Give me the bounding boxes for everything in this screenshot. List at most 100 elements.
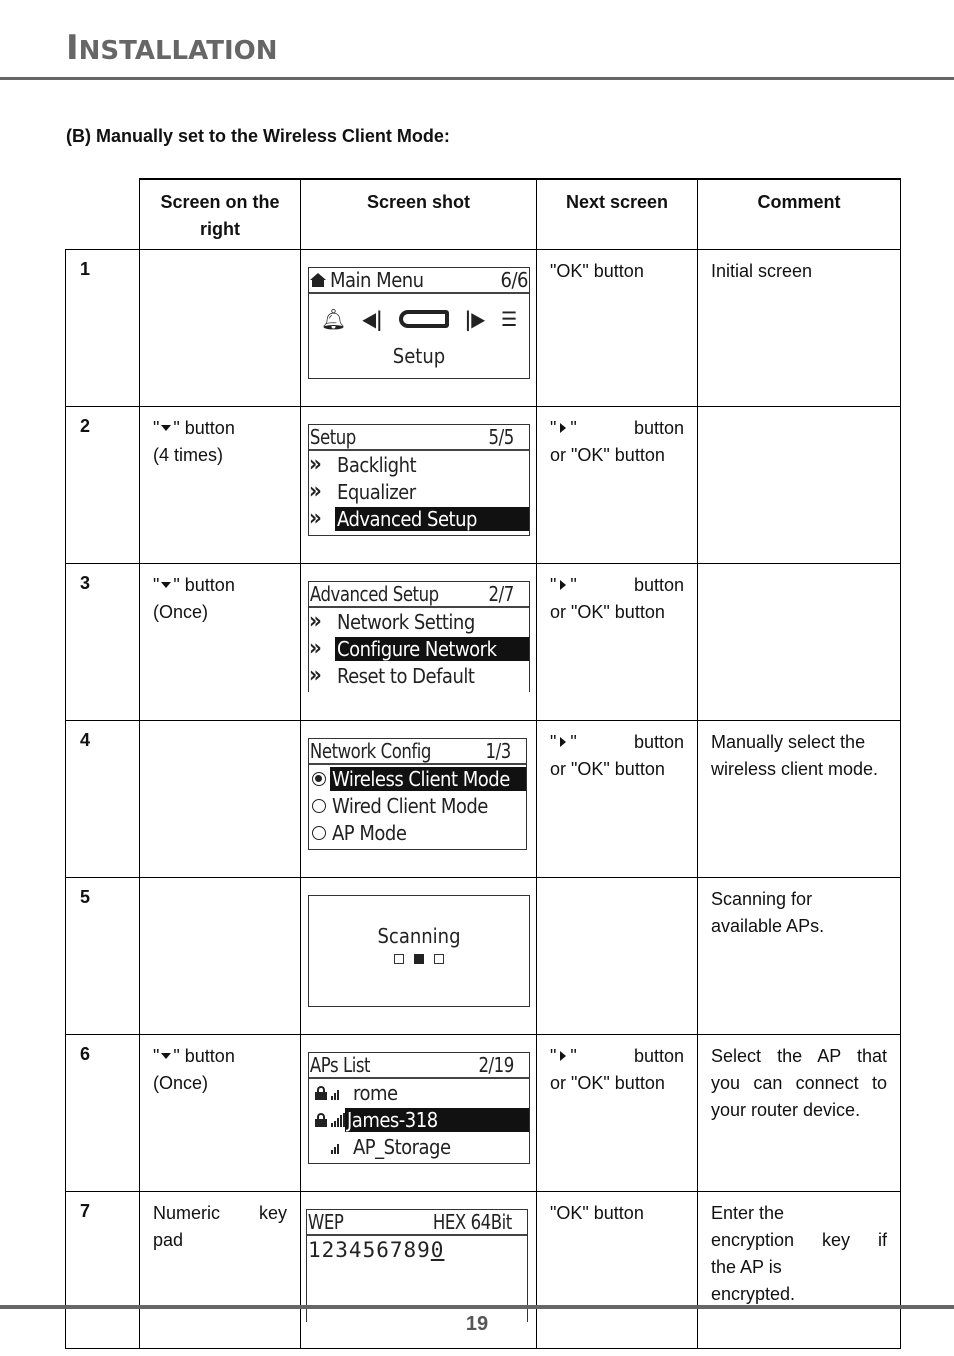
chevron-icon: » bbox=[309, 636, 322, 661]
screen-title: Advanced Setup bbox=[309, 582, 439, 606]
chapter-title: INSTALLATION bbox=[66, 28, 278, 68]
comment-cell: Initial screen bbox=[697, 249, 901, 407]
radio-option: AP Mode bbox=[309, 819, 526, 846]
screen-page: 5/5 bbox=[488, 425, 515, 449]
chevron-icon: » bbox=[309, 452, 322, 477]
lock-icon bbox=[315, 1085, 327, 1100]
key-input[interactable]: 1234567890 bbox=[307, 1236, 527, 1264]
ap-item: rome bbox=[309, 1079, 529, 1106]
step-number: 1 bbox=[65, 249, 140, 407]
table-row: 6 " " button (Once) APs List 2/19 rome Jam… bbox=[65, 1034, 901, 1192]
screen-on-right-cell bbox=[139, 877, 301, 1035]
table-row: 2 " " button (4 times) Setup 5/5 » Backligh… bbox=[65, 406, 901, 564]
lcd-scanning: Scanning bbox=[308, 895, 530, 1007]
header-blank bbox=[65, 179, 140, 250]
table-row: 5 Scanning Scanning for available APs. bbox=[65, 877, 901, 1035]
previous-icon: ◀| bbox=[362, 307, 383, 331]
screenshot-cell: Advanced Setup 2/7 » Network Setting » Conf… bbox=[300, 563, 537, 721]
scanning-progress bbox=[309, 954, 529, 964]
lcd-network-config: Network Config 1/3 Wireless Client Mode W… bbox=[308, 738, 527, 850]
screen-title: WEP bbox=[307, 1210, 344, 1234]
next-screen-cell: "OK" button bbox=[536, 249, 698, 407]
right-arrow-icon bbox=[560, 423, 567, 434]
next-screen-cell bbox=[536, 877, 698, 1035]
down-arrow-icon bbox=[161, 1053, 172, 1060]
down-arrow-icon bbox=[161, 582, 172, 589]
comment-cell bbox=[697, 563, 901, 721]
setup-wrench-icon bbox=[398, 310, 449, 328]
lcd-main-menu: Main Menu 6/6 🔔︎ ◀| |▶ ☰ Setup bbox=[308, 267, 530, 379]
screen-title: APs List bbox=[309, 1053, 371, 1077]
progress-dot-icon bbox=[434, 954, 444, 964]
table-row: 1 Main Menu 6/6 🔔︎ ◀| |▶ ☰ Setup "OK" bu… bbox=[65, 249, 901, 407]
home-icon bbox=[310, 273, 326, 287]
screen-on-right-cell bbox=[139, 249, 301, 407]
screenshot-cell: Setup 5/5 » Backlight » Equalizer » Advanced… bbox=[300, 406, 537, 564]
screenshot-cell: Main Menu 6/6 🔔︎ ◀| |▶ ☰ Setup bbox=[300, 249, 537, 407]
screen-title: Setup bbox=[309, 425, 356, 449]
screen-on-right-cell bbox=[139, 720, 301, 878]
signal-icon bbox=[331, 1140, 339, 1154]
down-arrow-icon bbox=[161, 425, 172, 432]
header-screen-shot: Screen shot bbox=[300, 178, 537, 250]
chevron-icon: » bbox=[309, 479, 322, 504]
next-screen-cell: " " button or "OK" button bbox=[536, 563, 698, 721]
encryption-mode: HEX 64Bit bbox=[432, 1210, 512, 1234]
screen-page: 2/19 bbox=[478, 1053, 514, 1077]
screenshot-cell: Network Config 1/3 Wireless Client Mode W… bbox=[300, 720, 537, 878]
radio-unchecked-icon bbox=[312, 798, 326, 813]
table-row: 3 " " button (Once) Advanced Setup 2/7 » Ne… bbox=[65, 563, 901, 721]
right-arrow-icon bbox=[560, 580, 567, 591]
instruction-table: Screen on the right Screen shot Next scr… bbox=[65, 178, 901, 1349]
step-number: 3 bbox=[65, 563, 140, 721]
comment-cell: Manually select the wireless client mode… bbox=[697, 720, 901, 878]
signal-icon bbox=[331, 1112, 345, 1127]
next-screen-cell: " " button or "OK" button bbox=[536, 1034, 698, 1192]
chevron-icon: » bbox=[309, 663, 322, 688]
header-next-screen: Next screen bbox=[536, 178, 698, 250]
page-number: 19 bbox=[465, 1313, 489, 1335]
header-comment: Comment bbox=[697, 178, 901, 250]
next-screen-cell: " " button or "OK" button bbox=[536, 720, 698, 878]
step-number: 6 bbox=[65, 1034, 140, 1192]
next-screen-cell: " " button or "OK" button bbox=[536, 406, 698, 564]
header-rule bbox=[0, 77, 954, 80]
comment-cell: Select the AP that you can connect to yo… bbox=[697, 1034, 901, 1192]
progress-dot-active-icon bbox=[414, 954, 424, 964]
menu-item: » Equalizer bbox=[309, 479, 416, 504]
lcd-aps-list: APs List 2/19 rome James-318 AP_Storage bbox=[308, 1052, 530, 1164]
menu-item: » Reset to Default bbox=[309, 663, 475, 688]
menu-item: » Network Setting bbox=[309, 609, 475, 634]
alarm-bell-icon: 🔔︎ bbox=[320, 307, 347, 331]
screen-on-right-cell: " " button (Once) bbox=[139, 1034, 301, 1192]
right-arrow-icon bbox=[560, 737, 567, 748]
list-icon: ☰ bbox=[501, 307, 518, 331]
screenshot-cell: Scanning bbox=[300, 877, 537, 1035]
menu-selected-label: Setup bbox=[392, 344, 446, 368]
chevron-icon: » bbox=[309, 506, 322, 531]
table-row: 4 Network Config 1/3 Wireless Client Mode… bbox=[65, 720, 901, 878]
progress-dot-icon bbox=[394, 954, 404, 964]
comment-cell: Scanning for available APs. bbox=[697, 877, 901, 1035]
text-cursor: 0 bbox=[430, 1238, 445, 1262]
lcd-advanced-setup: Advanced Setup 2/7 » Network Setting » Conf… bbox=[308, 581, 530, 692]
radio-option-selected: Wireless Client Mode bbox=[309, 765, 526, 792]
lcd-setup: Setup 5/5 » Backlight » Equalizer » Advanced… bbox=[308, 424, 530, 536]
header-screen-on-right: Screen on the right bbox=[139, 178, 301, 250]
menu-item-selected: » Configure Network bbox=[309, 635, 529, 662]
screen-page: 2/7 bbox=[488, 582, 515, 606]
radio-option: Wired Client Mode bbox=[309, 792, 526, 819]
step-number: 5 bbox=[65, 877, 140, 1035]
screen-on-right-cell: " " button (4 times) bbox=[139, 406, 301, 564]
next-icon: |▶ bbox=[464, 307, 486, 331]
signal-icon bbox=[331, 1086, 339, 1100]
menu-item: » Backlight bbox=[309, 452, 417, 477]
menu-item-selected: » Advanced Setup bbox=[309, 505, 529, 532]
comment-cell bbox=[697, 406, 901, 564]
screen-title: Main Menu bbox=[330, 268, 424, 292]
table-header-row: Screen on the right Screen shot Next scr… bbox=[65, 178, 901, 250]
lock-icon bbox=[315, 1112, 327, 1127]
step-number: 4 bbox=[65, 720, 140, 878]
screen-on-right-cell: " " button (Once) bbox=[139, 563, 301, 721]
ap-item: AP_Storage bbox=[309, 1133, 529, 1160]
